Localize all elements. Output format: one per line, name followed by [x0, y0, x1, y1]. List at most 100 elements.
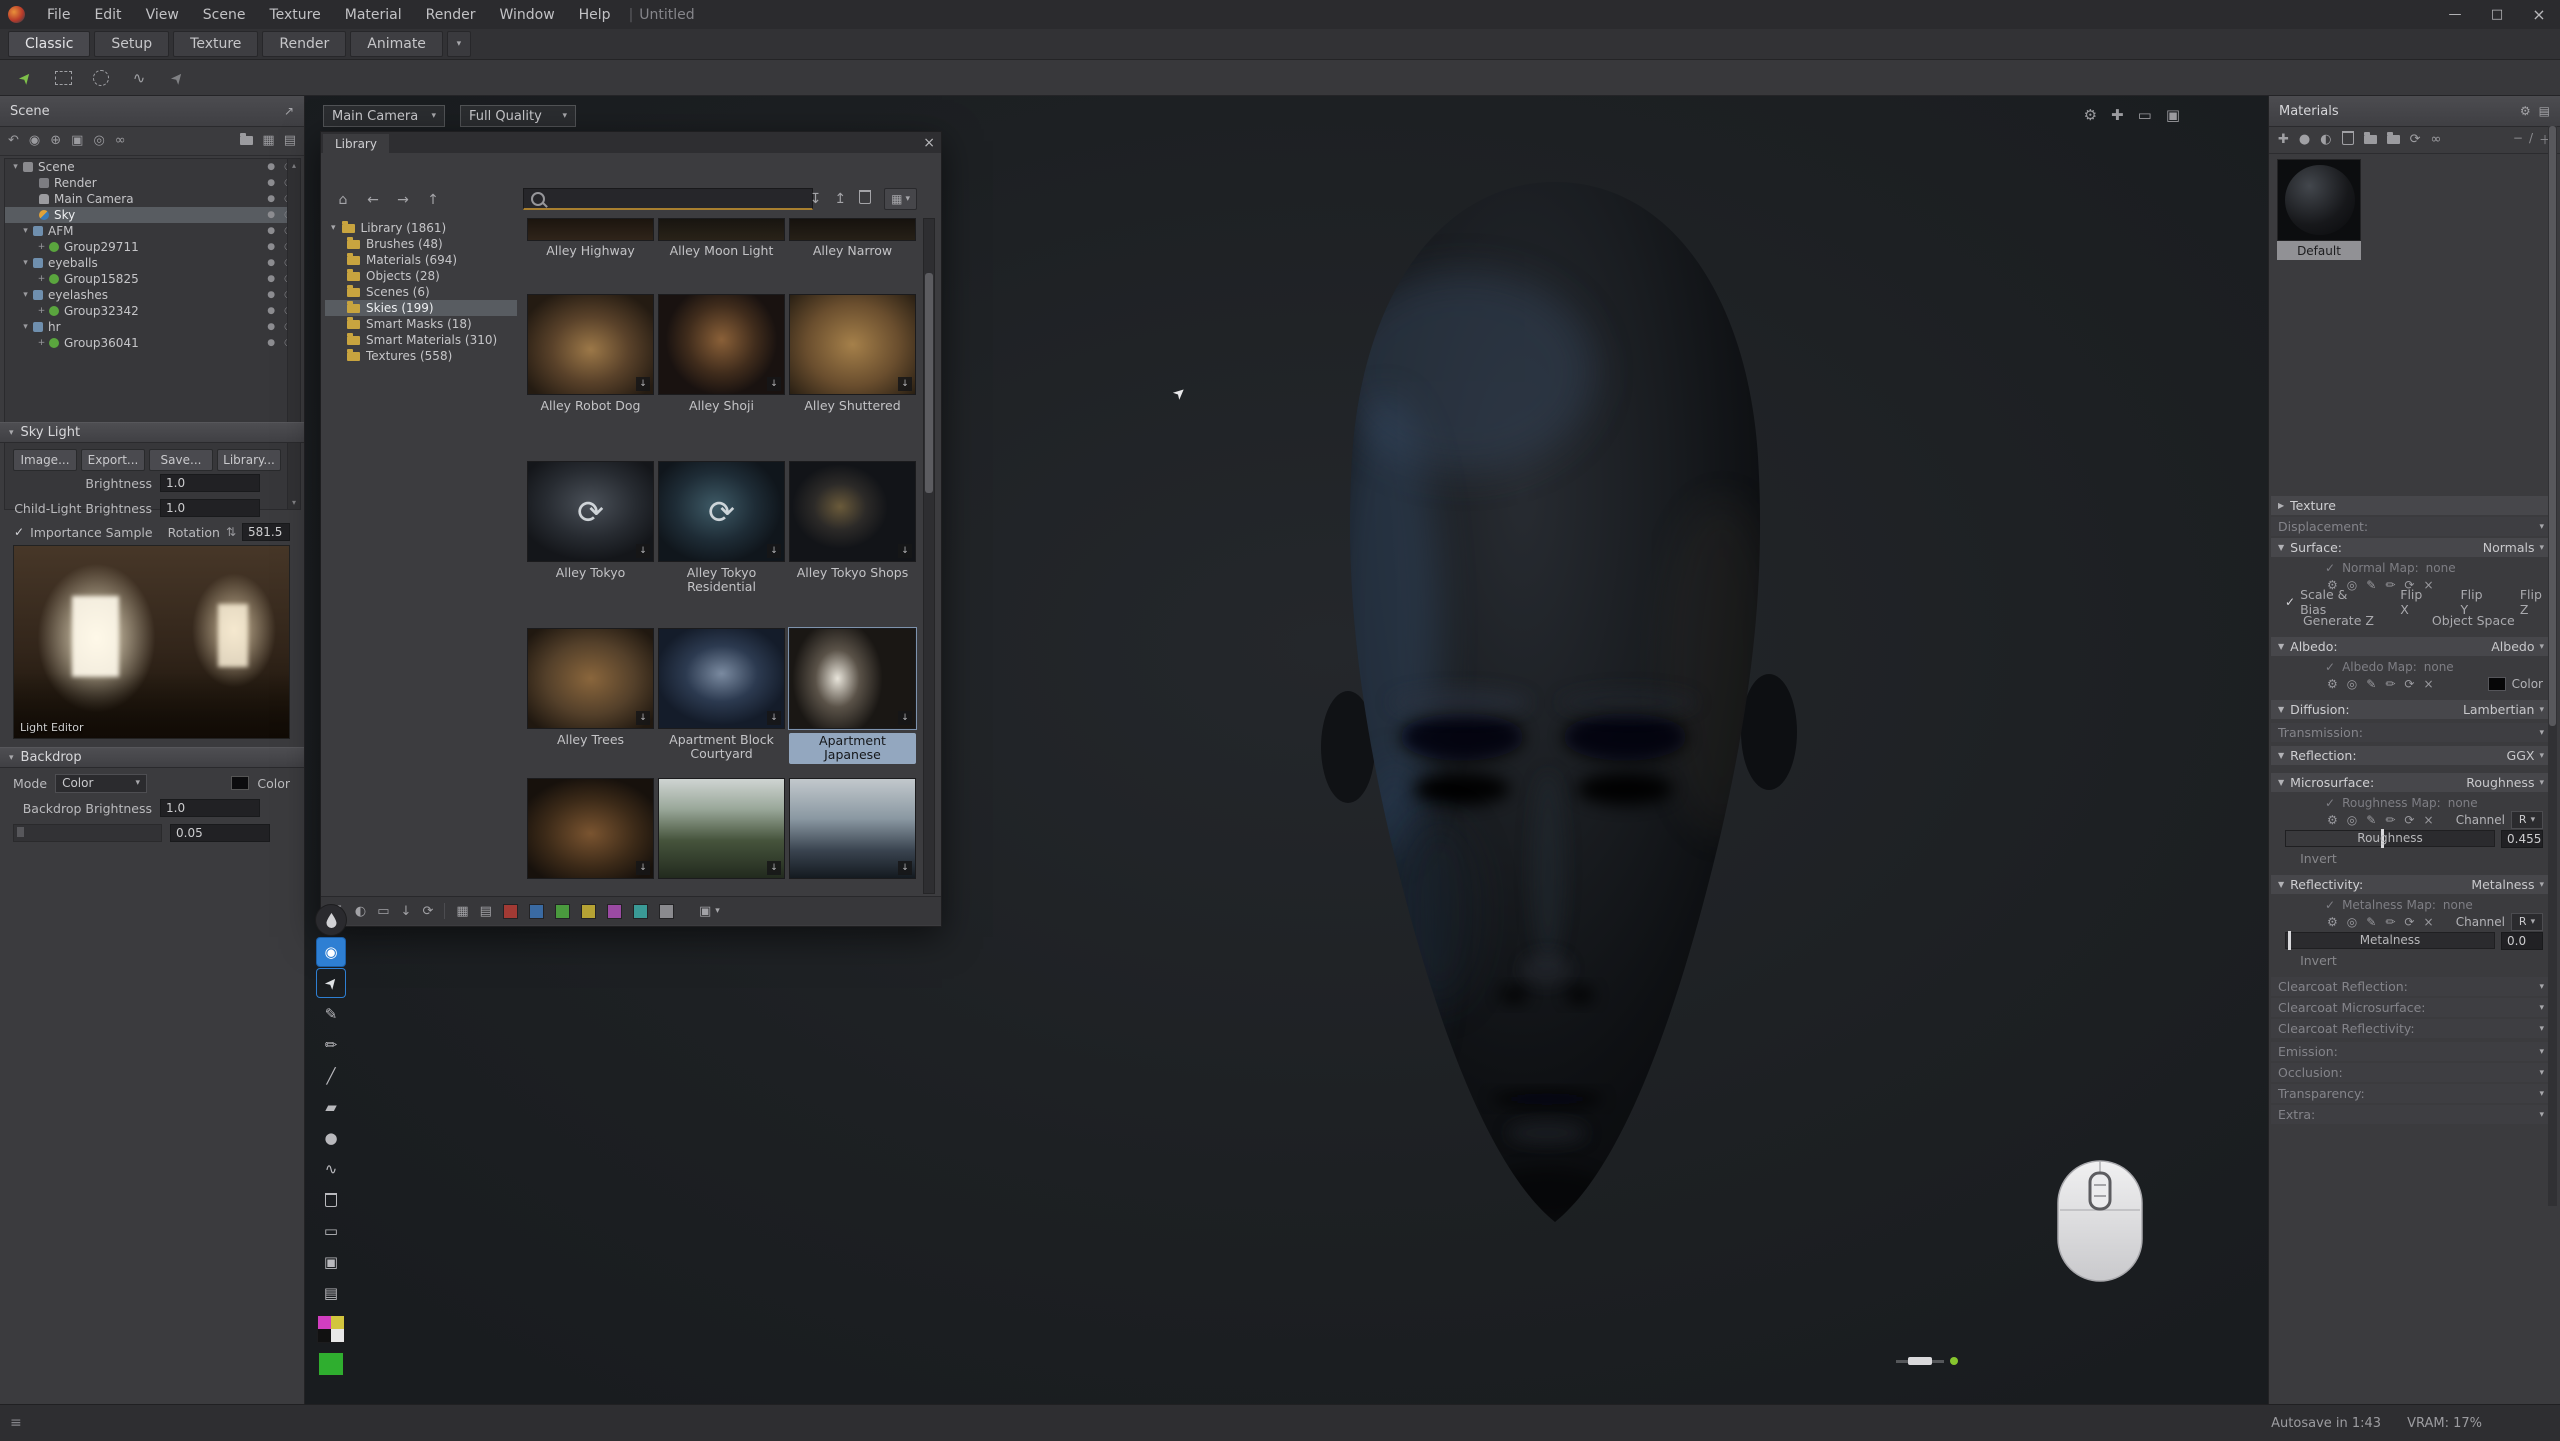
- section-occlusion[interactable]: Occlusion: ▾: [2271, 1063, 2551, 1082]
- lock-icon[interactable]: ●: [267, 162, 275, 172]
- filter-red-swatch[interactable]: [503, 904, 518, 919]
- camera-tool-icon[interactable]: [317, 1248, 345, 1276]
- close-icon[interactable]: [923, 135, 935, 151]
- export-icon[interactable]: [834, 191, 846, 207]
- delete-icon[interactable]: [859, 190, 871, 208]
- refresh-icon[interactable]: [422, 904, 433, 919]
- export-button[interactable]: Export...: [81, 449, 145, 471]
- rotation-stepper-icon[interactable]: [226, 525, 236, 539]
- section-displacement[interactable]: Displacement: ▾: [2271, 517, 2551, 536]
- image-button[interactable]: Image...: [13, 449, 77, 471]
- lock-icon[interactable]: ●: [267, 306, 275, 316]
- menu-icon[interactable]: [2539, 104, 2550, 118]
- expand-toggle[interactable]: +: [35, 242, 48, 252]
- channel-select[interactable]: R▾: [2511, 811, 2543, 829]
- library-scrollbar[interactable]: [923, 218, 935, 894]
- section-reflection[interactable]: ▼ Reflection: GGX▾: [2271, 746, 2551, 765]
- section-reflectivity[interactable]: ▼ Reflectivity: Metalness▾: [2271, 875, 2551, 894]
- clear-icon[interactable]: [2423, 677, 2433, 691]
- inspect-icon[interactable]: [2347, 915, 2357, 929]
- invert-checkbox[interactable]: ✓Invert: [2285, 953, 2337, 968]
- expand-toggle[interactable]: +: [35, 338, 48, 348]
- lock-icon[interactable]: ●: [267, 226, 275, 236]
- section-extra[interactable]: Extra: ▾: [2271, 1105, 2551, 1124]
- expand-toggle[interactable]: ▾: [19, 322, 32, 332]
- tree-row-render[interactable]: Render ●○: [5, 175, 300, 191]
- sky-thumbnail[interactable]: [789, 461, 916, 562]
- undo-icon[interactable]: [8, 133, 19, 148]
- import-icon[interactable]: [810, 191, 822, 207]
- tab-classic[interactable]: Classic: [8, 31, 90, 57]
- inspect-icon[interactable]: [2347, 813, 2357, 827]
- tree-row-scene[interactable]: ▾ Scene ●○: [5, 159, 300, 175]
- log-icon[interactable]: [10, 1415, 22, 1431]
- tree-row-main-camera[interactable]: Main Camera ●○: [5, 191, 300, 207]
- filter-purple-swatch[interactable]: [607, 904, 622, 919]
- yellow-swatch[interactable]: [331, 1316, 344, 1329]
- black-swatch[interactable]: [318, 1329, 331, 1342]
- pencil-tool-icon[interactable]: [317, 1031, 345, 1059]
- paint-icon[interactable]: [2385, 915, 2395, 929]
- clear-icon[interactable]: [2423, 915, 2433, 929]
- metalness-slider[interactable]: Metalness: [2285, 932, 2495, 949]
- delete-material-icon[interactable]: [2342, 131, 2354, 149]
- curve-tool-icon[interactable]: [317, 1155, 345, 1183]
- expand-toggle[interactable]: ▾: [19, 258, 32, 268]
- viewport-add-icon[interactable]: [2111, 106, 2124, 124]
- metalness-input[interactable]: 0.0: [2501, 932, 2543, 950]
- sky-thumbnail[interactable]: [527, 628, 654, 729]
- viewport-display-icon[interactable]: [2166, 106, 2180, 124]
- delete-tool-icon[interactable]: [317, 1186, 345, 1214]
- filter-teal-swatch[interactable]: [633, 904, 648, 919]
- zoom-out-icon[interactable]: −: [2513, 131, 2523, 148]
- rect-select-tool-icon[interactable]: [50, 65, 76, 91]
- folder-skies[interactable]: Skies (199): [325, 300, 517, 316]
- clear-icon[interactable]: [2423, 813, 2433, 827]
- filter-blue-swatch[interactable]: [529, 904, 544, 919]
- section-clearcoat-reflectivity[interactable]: Clearcoat Reflectivity: ▾: [2271, 1019, 2551, 1038]
- map-checkbox[interactable]: ✓: [2325, 796, 2335, 810]
- tree-row-eyelashes[interactable]: ▾ eyelashes ●○: [5, 287, 300, 303]
- ellipse-select-tool-icon[interactable]: [88, 65, 114, 91]
- folder-objects[interactable]: Objects (28): [325, 268, 517, 284]
- expand-toggle[interactable]: ▾: [19, 226, 32, 236]
- visibility-tool-icon[interactable]: [317, 938, 345, 966]
- material-name-badge[interactable]: Default: [2277, 241, 2361, 260]
- paint-icon[interactable]: [2385, 813, 2395, 827]
- eraser-tool-icon[interactable]: [317, 1093, 345, 1121]
- brush-tool-icon[interactable]: [317, 1000, 345, 1028]
- sky-thumbnail[interactable]: [658, 461, 785, 562]
- grid-view-icon[interactable]: [456, 904, 468, 919]
- paint-icon[interactable]: [2385, 677, 2395, 691]
- backdrop-brightness-input[interactable]: 1.0: [160, 799, 260, 817]
- account-icon[interactable]: [355, 904, 366, 919]
- sky-thumbnail[interactable]: [658, 294, 785, 395]
- albedo-map-row[interactable]: ✓ Albedo Map: none: [2271, 658, 2551, 675]
- active-color-swatch[interactable]: [319, 1353, 343, 1375]
- pop-out-icon[interactable]: [284, 104, 294, 118]
- lock-icon[interactable]: ●: [267, 210, 275, 220]
- flip-x-checkbox[interactable]: ✓Flip X: [2385, 587, 2431, 617]
- sky-thumbnail-partial[interactable]: [527, 778, 654, 879]
- poly-lasso-tool-icon[interactable]: [164, 65, 190, 91]
- expand-toggle[interactable]: ▾: [19, 290, 32, 300]
- sky-thumbnail-partial[interactable]: [789, 778, 916, 879]
- backdrop-color-swatch[interactable]: [231, 776, 249, 790]
- minimize-button[interactable]: [2434, 7, 2476, 22]
- viewport-zoom-slider[interactable]: [1896, 1356, 1958, 1366]
- expand-toggle[interactable]: +: [35, 306, 48, 316]
- link-material-icon[interactable]: [2431, 132, 2442, 147]
- link-icon[interactable]: [115, 133, 126, 148]
- section-value[interactable]: GGX: [2507, 748, 2535, 763]
- menu-material[interactable]: Material: [333, 0, 414, 29]
- sky-thumbnail[interactable]: [527, 461, 654, 562]
- select-tool-icon[interactable]: [317, 969, 345, 997]
- roughness-slider[interactable]: Roughness: [2285, 830, 2495, 847]
- reload-icon[interactable]: [2404, 677, 2414, 691]
- tree-scrollbar[interactable]: ▴▾: [287, 159, 300, 509]
- tree-row-group15825[interactable]: + Group15825 ●○: [5, 271, 300, 287]
- edit-icon[interactable]: [2366, 813, 2376, 827]
- roller-tool-icon[interactable]: [317, 1217, 345, 1245]
- tree-row-afm[interactable]: ▾ AFM ●○: [5, 223, 300, 239]
- download-arrow-icon[interactable]: [401, 904, 412, 919]
